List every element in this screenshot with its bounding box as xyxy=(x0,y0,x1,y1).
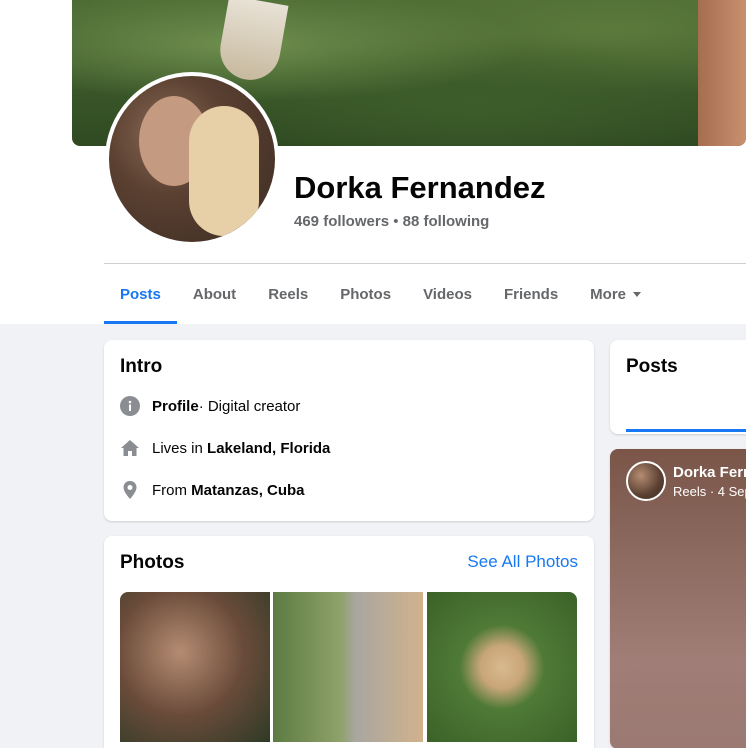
photos-title: Photos xyxy=(120,552,185,573)
tab-label: Photos xyxy=(340,285,392,303)
intro-profile-label: Profile xyxy=(152,397,199,415)
intro-from-prefix: From xyxy=(152,481,187,499)
profile-avatar[interactable] xyxy=(105,72,279,246)
profile-header: Dorka Fernandez 469 followers • 88 follo… xyxy=(0,0,746,324)
tab-posts[interactable]: Posts xyxy=(104,264,177,324)
stats-separator: • xyxy=(389,213,403,230)
tab-more[interactable]: More xyxy=(574,264,657,324)
tab-friends[interactable]: Friends xyxy=(488,264,574,324)
see-all-photos-link[interactable]: See All Photos xyxy=(467,552,578,572)
tab-about[interactable]: About xyxy=(177,264,252,324)
intro-lives-prefix: Lives in xyxy=(152,439,203,457)
followers-count[interactable]: 469 followers xyxy=(294,213,389,230)
info-icon xyxy=(120,396,140,416)
intro-title: Intro xyxy=(120,356,163,377)
tab-photos[interactable]: Photos xyxy=(324,264,407,324)
posts-card: Posts xyxy=(610,340,746,434)
intro-profile-value: · Digital creator xyxy=(198,397,301,415)
intro-from-value[interactable]: Matanzas, Cuba xyxy=(191,482,304,499)
profile-name: Dorka Fernandez xyxy=(294,170,546,205)
photo-thumbnail[interactable] xyxy=(427,592,577,742)
tab-label: Videos xyxy=(423,285,472,303)
following-count[interactable]: 88 following xyxy=(403,213,490,230)
location-pin-icon xyxy=(120,480,140,500)
tab-label: Posts xyxy=(120,285,161,303)
tab-label: Reels xyxy=(268,285,309,303)
tab-label: Friends xyxy=(503,285,559,303)
posts-filter-underline xyxy=(626,429,746,432)
tab-label: More xyxy=(590,285,627,303)
reel-meta: Reels · 4 Sep xyxy=(673,484,746,499)
profile-tabs: Posts About Reels Photos Videos Friends … xyxy=(104,264,657,324)
reel-author-name[interactable]: Dorka Fernandez xyxy=(673,464,746,481)
caret-down-icon xyxy=(633,291,642,297)
intro-from-row: From Matanzas, Cuba xyxy=(120,478,305,502)
avatar-dog xyxy=(189,106,259,236)
intro-profile-row: Profile · Digital creator xyxy=(120,394,300,418)
reel-author-avatar[interactable] xyxy=(626,461,666,501)
posts-title: Posts xyxy=(626,356,678,377)
photo-thumbnail[interactable] xyxy=(273,592,423,742)
cover-photo-dog xyxy=(215,0,289,85)
intro-card: Intro Profile · Digital creator Lives in… xyxy=(104,340,594,521)
cover-photo-edge xyxy=(698,0,746,146)
home-icon xyxy=(120,438,140,458)
tab-reels[interactable]: Reels xyxy=(252,264,324,324)
tab-videos[interactable]: Videos xyxy=(407,264,488,324)
profile-stats: 469 followers • 88 following xyxy=(294,213,489,230)
photo-thumbnail[interactable] xyxy=(120,592,270,742)
photos-card: Photos See All Photos xyxy=(104,536,594,748)
reel-post-card[interactable]: Dorka Fernandez Reels · 4 Sep xyxy=(610,449,746,748)
intro-lives-value[interactable]: Lakeland, Florida xyxy=(207,440,330,457)
tab-label: About xyxy=(192,285,237,303)
intro-lives-row: Lives in Lakeland, Florida xyxy=(120,436,330,460)
